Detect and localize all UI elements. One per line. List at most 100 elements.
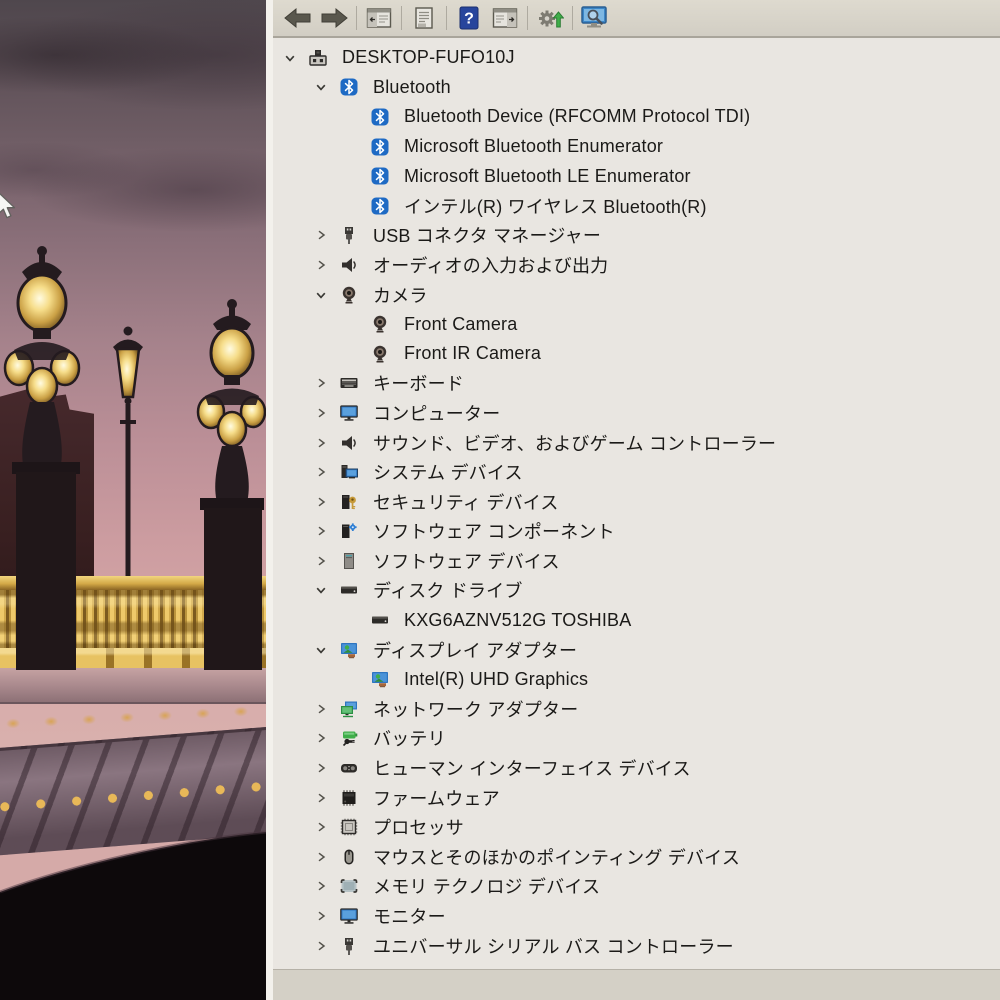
chevron-right-icon[interactable] xyxy=(314,791,328,805)
tree-item[interactable]: キーボード xyxy=(273,369,1000,399)
system-devices-icon xyxy=(339,462,359,482)
scan-hardware-changes-button[interactable] xyxy=(577,3,613,33)
tree-item[interactable]: USB コネクタ マネージャー xyxy=(273,221,1000,251)
tree-item[interactable]: コンピューター xyxy=(273,398,1000,428)
update-driver-button[interactable] xyxy=(532,3,568,33)
chevron-down-icon[interactable] xyxy=(314,288,328,302)
tree-item-label: ソフトウェア デバイス xyxy=(373,551,560,572)
tree-item-label: DESKTOP-FUFO10J xyxy=(342,47,515,68)
chevron-right-icon[interactable] xyxy=(314,909,328,923)
tree-item[interactable]: インテル(R) ワイヤレス Bluetooth(R) xyxy=(273,191,1000,221)
tree-item[interactable]: Front Camera xyxy=(273,309,1000,339)
mouse-icon xyxy=(339,847,359,867)
forward-button[interactable] xyxy=(316,3,352,33)
tree-item[interactable]: Intel(R) UHD Graphics xyxy=(273,664,1000,694)
toolbar: ? xyxy=(273,0,1000,38)
tree-item[interactable]: モニター xyxy=(273,901,1000,931)
chevron-right-icon[interactable] xyxy=(314,406,328,420)
tree-item[interactable]: Microsoft Bluetooth LE Enumerator xyxy=(273,161,1000,191)
back-button[interactable] xyxy=(280,3,316,33)
tree-item[interactable]: ユニバーサル シリアル バス コントローラー xyxy=(273,931,1000,961)
tree-item[interactable]: Microsoft Bluetooth Enumerator xyxy=(273,132,1000,162)
tree-item[interactable]: KXG6AZNV512G TOSHIBA xyxy=(273,605,1000,635)
device-tree-panel: DESKTOP-FUFO10J Bluetooth Bluetooth Device… xyxy=(273,38,1000,970)
tree-item[interactable]: Bluetooth Device (RFCOMM Protocol TDI) xyxy=(273,102,1000,132)
audio-icon xyxy=(339,433,359,453)
chevron-right-icon[interactable] xyxy=(314,731,328,745)
chevron-down-icon[interactable] xyxy=(314,643,328,657)
display-adapter-icon xyxy=(339,640,359,660)
chevron-right-icon[interactable] xyxy=(314,524,328,538)
tree-item[interactable]: DESKTOP-FUFO10J xyxy=(273,43,1000,73)
tree-item-label: KXG6AZNV512G TOSHIBA xyxy=(404,609,632,630)
device-manager-window: ? DESKTOP-FUFO10J Bluetooth Bluetooth Devi… xyxy=(266,0,1000,1000)
forward-icon xyxy=(319,7,349,29)
help-button[interactable]: ? xyxy=(451,3,487,33)
chevron-right-icon[interactable] xyxy=(314,436,328,450)
tree-item-label: ヒューマン インターフェイス デバイス xyxy=(373,759,691,780)
memory-icon xyxy=(339,876,359,896)
chevron-right-icon[interactable] xyxy=(314,465,328,479)
tree-item-label: プロセッサ xyxy=(373,818,464,839)
chevron-right-icon[interactable] xyxy=(314,939,328,953)
tree-item[interactable]: サウンド、ビデオ、およびゲーム コントローラー xyxy=(273,428,1000,458)
battery-icon xyxy=(339,728,359,748)
camera-icon xyxy=(370,314,390,334)
chevron-right-icon[interactable] xyxy=(314,761,328,775)
chevron-right-icon[interactable] xyxy=(314,376,328,390)
toolbar-separator xyxy=(356,6,357,30)
tree-item[interactable]: バッテリ xyxy=(273,724,1000,754)
action-pane-button[interactable] xyxy=(487,3,523,33)
tree-item[interactable]: システム デバイス xyxy=(273,457,1000,487)
tree-item[interactable]: ネットワーク アダプター xyxy=(273,694,1000,724)
tree-item[interactable]: Bluetooth xyxy=(273,73,1000,103)
tree-item-label: USB コネクタ マネージャー xyxy=(373,226,602,247)
chevron-right-icon[interactable] xyxy=(314,495,328,509)
bluetooth-icon xyxy=(370,196,390,216)
tree-item-label: Front IR Camera xyxy=(404,343,542,364)
audio-icon xyxy=(339,255,359,275)
tree-item[interactable]: ヒューマン インターフェイス デバイス xyxy=(273,753,1000,783)
tree-item[interactable]: ディスプレイ アダプター xyxy=(273,635,1000,665)
bluetooth-icon xyxy=(339,77,359,97)
tree-item[interactable]: マウスとそのほかのポインティング デバイス xyxy=(273,842,1000,872)
tree-item[interactable]: ディスク ドライブ xyxy=(273,576,1000,606)
console-tree-icon xyxy=(366,7,392,29)
tree-item-label: ユニバーサル シリアル バス コントローラー xyxy=(373,936,734,957)
keyboard-icon xyxy=(339,373,359,393)
chevron-down-icon[interactable] xyxy=(314,80,328,94)
tree-item[interactable]: オーディオの入力および出力 xyxy=(273,250,1000,280)
tree-item[interactable]: セキュリティ デバイス xyxy=(273,487,1000,517)
mouse-cursor xyxy=(0,193,16,219)
tree-item[interactable]: メモリ テクノロジ デバイス xyxy=(273,872,1000,902)
chevron-right-icon[interactable] xyxy=(314,820,328,834)
tree-item-label: インテル(R) ワイヤレス Bluetooth(R) xyxy=(404,196,707,217)
chevron-down-icon[interactable] xyxy=(314,583,328,597)
chevron-right-icon[interactable] xyxy=(314,228,328,242)
update-driver-icon xyxy=(537,6,564,31)
chevron-right-icon[interactable] xyxy=(314,850,328,864)
tree-item-label: システム デバイス xyxy=(373,463,523,484)
chevron-down-icon[interactable] xyxy=(283,51,297,65)
chevron-right-icon[interactable] xyxy=(314,702,328,716)
software-device-icon xyxy=(339,551,359,571)
tree-item[interactable]: ファームウェア xyxy=(273,783,1000,813)
toolbar-separator xyxy=(572,6,573,30)
show-console-tree-button[interactable] xyxy=(361,3,397,33)
bluetooth-icon xyxy=(370,137,390,157)
tree-item-label: マウスとそのほかのポインティング デバイス xyxy=(373,847,741,868)
tree-item[interactable]: カメラ xyxy=(273,280,1000,310)
tree-item[interactable]: プロセッサ xyxy=(273,812,1000,842)
chevron-right-icon[interactable] xyxy=(314,258,328,272)
tree-item[interactable]: ソフトウェア コンポーネント xyxy=(273,517,1000,547)
chevron-right-icon[interactable] xyxy=(314,879,328,893)
tree-item[interactable]: ソフトウェア デバイス xyxy=(273,546,1000,576)
tree-item-label: Bluetooth Device (RFCOMM Protocol TDI) xyxy=(404,106,751,127)
properties-button[interactable] xyxy=(406,3,442,33)
tree-item[interactable]: Front IR Camera xyxy=(273,339,1000,369)
left-lamp xyxy=(3,246,81,670)
chevron-right-icon[interactable] xyxy=(314,554,328,568)
